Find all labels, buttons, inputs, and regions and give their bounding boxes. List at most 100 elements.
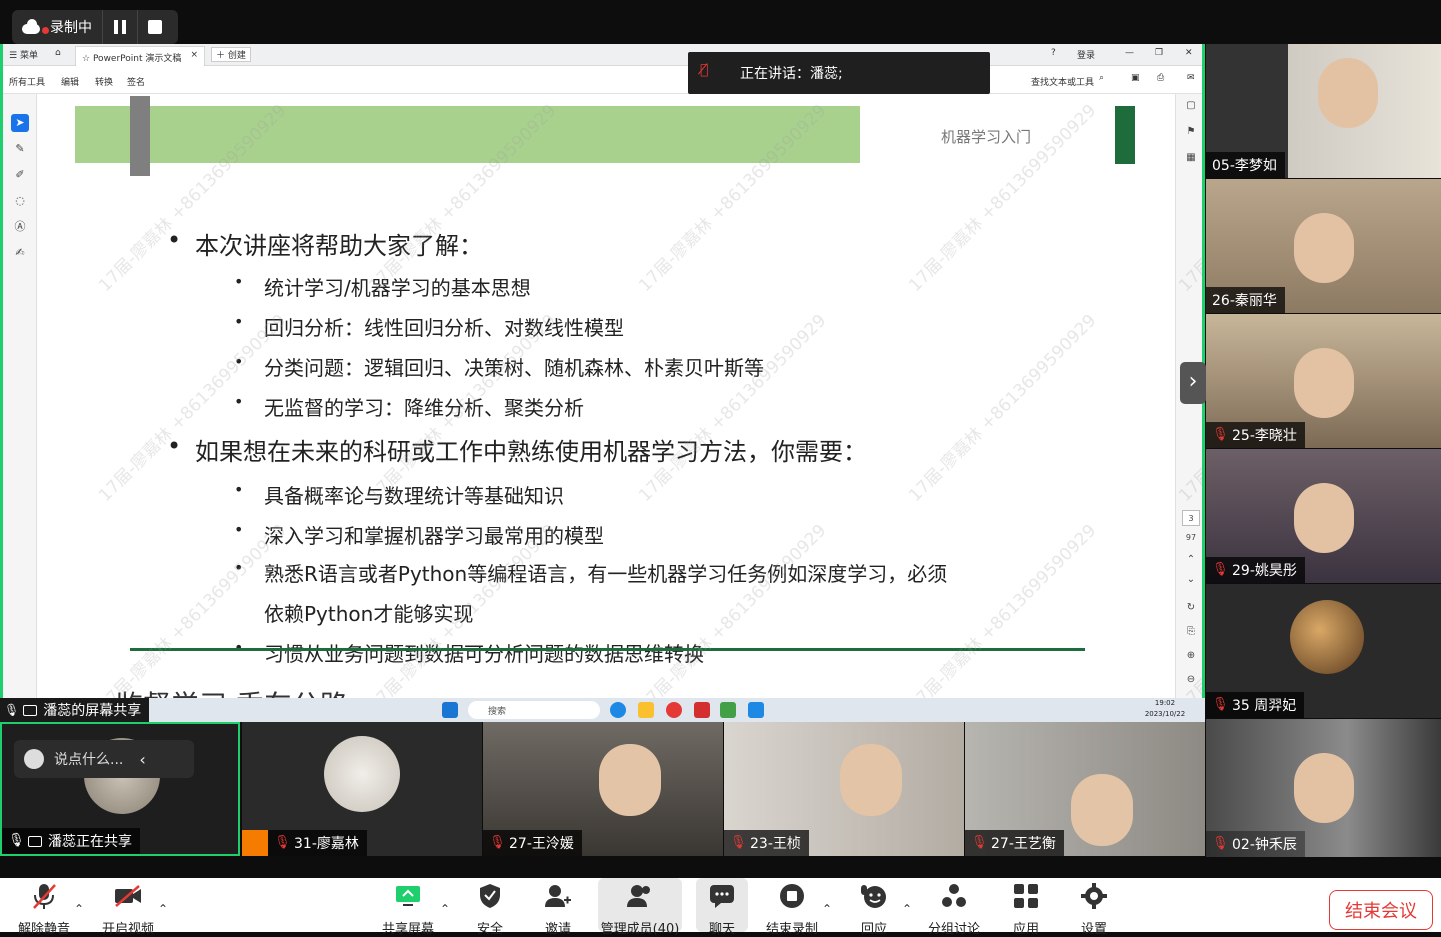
chat-input[interactable]: 说点什么... ‹ — [14, 740, 194, 778]
tool-edit[interactable]: 编辑 — [61, 75, 79, 88]
video-off-icon — [88, 878, 168, 914]
taskbar-clock: 19:02 2023/10/22 — [1130, 698, 1200, 722]
bookmark-icon[interactable]: ⚑ — [1182, 124, 1200, 140]
search-icon[interactable]: ⌕ — [1099, 73, 1104, 83]
participant-tile[interactable]: 🎙 25-李晓壮 — [1206, 314, 1441, 448]
page-up-icon[interactable]: ⌃ — [1182, 552, 1200, 568]
participant-tile[interactable]: 🎙 23-王桢 — [724, 722, 964, 856]
restore-icon[interactable]: ❐ — [1155, 48, 1163, 58]
participant-face — [1294, 348, 1354, 418]
participant-tile[interactable]: 🎙 29-姚昊彤 — [1206, 449, 1441, 583]
stop-recording-button[interactable] — [138, 10, 172, 44]
recording-options-caret[interactable]: ⌃ — [822, 902, 832, 916]
comment-icon[interactable]: ✎ — [11, 140, 29, 158]
lasso-icon[interactable]: ◌ — [11, 192, 29, 210]
help-icon[interactable]: ? — [1051, 48, 1056, 58]
close-tab-icon[interactable]: × — [190, 50, 198, 60]
screen-share-label: 🎙 潘蕊的屏幕共享 — [0, 698, 150, 722]
end-recording-button[interactable]: 结束录制 — [752, 878, 832, 937]
avatar — [324, 736, 400, 812]
zoom-in-icon[interactable]: ⊕ — [1182, 648, 1200, 664]
recording-label: 录制中 — [50, 20, 92, 36]
bullet-level1: 本次讲座将帮助大家了解： — [167, 226, 483, 261]
participant-name: 29-姚昊彤 — [1232, 563, 1297, 579]
tab-powerpoint[interactable]: ☆ PowerPoint 演示文稿 × — [75, 46, 205, 66]
chrome-icon — [666, 702, 682, 718]
thumbnails-icon[interactable]: ▦ — [1182, 150, 1200, 166]
tool-all[interactable]: 所有工具 — [9, 75, 45, 88]
comment-panel-icon[interactable]: ▢ — [1182, 98, 1200, 114]
new-tab-button[interactable]: ＋ 创建 — [211, 47, 251, 62]
minimize-icon[interactable]: — — [1125, 48, 1134, 58]
slide-title-accent — [130, 96, 150, 176]
print-icon[interactable]: ⎙ — [1157, 73, 1164, 83]
save-icon[interactable]: ▣ — [1131, 73, 1140, 83]
video-options-caret[interactable]: ⌃ — [158, 902, 168, 916]
pen-icon[interactable]: ✐ — [11, 166, 29, 184]
participant-face — [599, 744, 661, 816]
chat-placeholder: 说点什么... — [54, 752, 124, 768]
participant-name: 02-钟禾辰 — [1232, 837, 1297, 853]
participant-tile[interactable]: 🎙 27-王艺衡 — [965, 722, 1205, 856]
participant-tile[interactable]: 🎙 31-廖嘉林 — [242, 722, 482, 856]
menu-button[interactable]: ☰ 菜单 — [9, 48, 38, 61]
audio-options-caret[interactable]: ⌃ — [74, 902, 84, 916]
participants-button[interactable]: 管理成员(40) — [598, 878, 682, 937]
bullet-level2: 依赖Python才能够实现 — [264, 602, 474, 626]
speaking-text: 正在讲话：潘蕊; — [740, 66, 843, 82]
taskbar-search: 搜索 — [468, 701, 600, 719]
text-select-icon[interactable]: Ⓐ — [11, 218, 29, 236]
shared-screen: ☰ 菜单 ⌂ ☆ PowerPoint 演示文稿 × ＋ 创建 ? 登录 — ❐… — [0, 44, 1205, 698]
emoji-icon[interactable] — [24, 749, 44, 769]
login-button[interactable]: 登录 — [1077, 48, 1095, 61]
home-icon[interactable]: ⌂ — [55, 48, 61, 58]
page-number[interactable]: 3 — [1182, 510, 1200, 526]
select-cursor-icon[interactable]: ➤ — [11, 114, 29, 132]
settings-button[interactable]: 设置 — [1054, 878, 1134, 937]
screen-icon — [28, 835, 42, 847]
participant-name: 25-李晓壮 — [1232, 428, 1297, 444]
start-video-button[interactable]: 开启视频 — [88, 878, 168, 937]
breakout-button[interactable]: 分组讨论 — [914, 878, 994, 937]
collapse-chevron-icon[interactable]: ‹ — [139, 750, 145, 769]
close-window-icon[interactable]: ✕ — [1185, 48, 1193, 58]
share-options-caret[interactable]: ⌃ — [440, 902, 450, 916]
participant-tile[interactable]: 05-李梦如 — [1206, 44, 1441, 178]
sign-icon[interactable]: ✍ — [11, 244, 29, 262]
rotate-icon[interactable]: ↻ — [1182, 600, 1200, 616]
participant-tile[interactable]: 🎙 27-王泠媛 — [483, 722, 723, 856]
bullet-level2: 统计学习/机器学习的基本思想 — [234, 272, 531, 301]
share-screen-button[interactable]: 共享屏幕 — [368, 878, 448, 937]
participant-tile[interactable]: 🎙 02-钟禾辰 — [1206, 719, 1441, 857]
unmute-button[interactable]: 解除静音 — [4, 878, 84, 937]
bullet-level2: 回归分析：线性回归分析、对数线性模型 — [234, 312, 624, 341]
participant-name-tag: 🎙 23-王桢 — [724, 830, 809, 856]
find-tools-input[interactable]: 查找文本或工具 — [1031, 75, 1094, 88]
windows-start-icon — [442, 702, 458, 718]
reactions-options-caret[interactable]: ⌃ — [902, 902, 912, 916]
tool-convert[interactable]: 转换 — [95, 75, 113, 88]
star-icon: ☆ — [82, 54, 91, 64]
mail-icon[interactable]: ✉ — [1187, 73, 1195, 83]
participant-name: 23-王桢 — [750, 836, 801, 852]
participant-name-tag: 🎙 02-钟禾辰 — [1206, 831, 1305, 857]
gallery-next-button[interactable]: › — [1180, 362, 1206, 404]
bullet-level2: 深入学习和掌握机器学习最常用的模型 — [234, 520, 604, 549]
zoom-out-icon[interactable]: ⊖ — [1182, 672, 1200, 688]
page-export-icon[interactable]: ⎘ — [1182, 624, 1200, 640]
mic-icon: 🎙 — [8, 833, 25, 848]
end-meeting-button[interactable]: 结束会议 — [1329, 890, 1433, 930]
participant-tile[interactable]: 26-秦丽华 — [1206, 179, 1441, 313]
pause-recording-button[interactable] — [103, 10, 137, 44]
bullet-level2: 习惯从业务问题到数据可分析问题的数据思维转换 — [234, 638, 704, 667]
muted-mic-icon: 🎙 — [1212, 836, 1229, 851]
invite-button[interactable]: 邀请 — [518, 878, 598, 937]
page-down-icon[interactable]: ⌄ — [1182, 572, 1200, 588]
participant-tile[interactable]: 🎙 35 周羿妃 — [1206, 584, 1441, 718]
tool-sign[interactable]: 签名 — [127, 75, 145, 88]
participant-face — [1294, 483, 1354, 553]
gear-icon — [1054, 878, 1134, 914]
chat-icon — [696, 878, 748, 914]
breakout-icon — [914, 878, 994, 914]
chat-button[interactable]: 聊天 — [696, 878, 748, 937]
